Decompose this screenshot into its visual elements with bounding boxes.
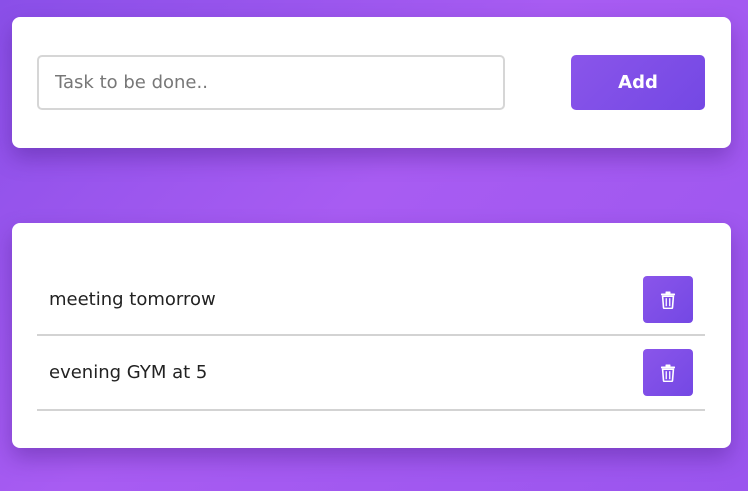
add-task-button[interactable]: Add (571, 55, 705, 110)
task-text: evening GYM at 5 (49, 362, 208, 383)
trash-icon (661, 291, 675, 309)
task-item: evening GYM at 5 (37, 336, 705, 411)
task-list: meeting tomorrow evening GYM at 5 (37, 265, 705, 411)
trash-icon (661, 364, 675, 382)
task-input[interactable] (37, 55, 505, 110)
delete-task-button[interactable] (643, 276, 693, 323)
task-item: meeting tomorrow (37, 265, 705, 336)
task-list-card: meeting tomorrow evening GYM at 5 (12, 223, 731, 448)
task-text: meeting tomorrow (49, 289, 216, 310)
delete-task-button[interactable] (643, 349, 693, 396)
task-input-card: Add (12, 17, 731, 148)
